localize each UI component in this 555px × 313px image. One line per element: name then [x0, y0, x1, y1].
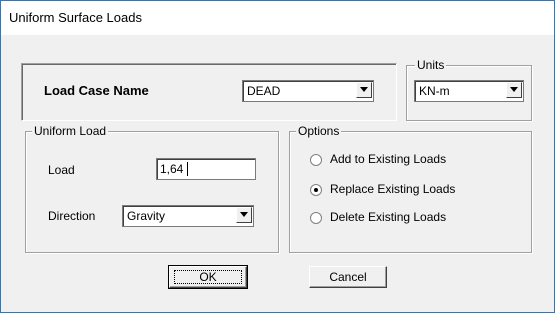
load-label: Load: [48, 163, 75, 177]
direction-select[interactable]: Gravity: [122, 205, 254, 227]
uniform-load-group: Uniform Load Load 1,64 Direction Gravity: [25, 124, 279, 253]
options-legend: Options: [296, 124, 342, 138]
option-replace-existing[interactable]: Replace Existing Loads: [310, 182, 510, 198]
units-group: Units KN-m: [406, 58, 532, 121]
option-add-to-existing[interactable]: Add to Existing Loads: [310, 152, 510, 168]
cancel-button[interactable]: Cancel: [309, 266, 387, 288]
load-case-select[interactable]: DEAD: [242, 80, 374, 102]
option-label: Replace Existing Loads: [330, 182, 456, 196]
units-value: KN-m: [419, 84, 450, 98]
radio-unselected-icon[interactable]: [310, 212, 322, 224]
load-input[interactable]: 1,64: [156, 158, 256, 180]
chevron-down-icon: [240, 212, 248, 217]
direction-label: Direction: [48, 209, 96, 223]
load-case-name-label: Load Case Name: [44, 83, 149, 98]
units-select[interactable]: KN-m: [414, 80, 524, 102]
load-case-panel: Load Case Name DEAD: [21, 63, 397, 121]
radio-unselected-icon[interactable]: [310, 154, 322, 166]
option-label: Add to Existing Loads: [330, 152, 447, 166]
units-dropdown-button[interactable]: [506, 82, 522, 98]
radio-selected-icon[interactable]: [310, 184, 322, 196]
dialog-body: Load Case Name DEAD Units KN-m Uniform L…: [1, 35, 554, 312]
ok-button[interactable]: OK: [168, 265, 248, 289]
focus-rect: [174, 270, 242, 284]
uniform-surface-loads-dialog: Uniform Surface Loads Load Case Name DEA…: [0, 0, 555, 313]
chevron-down-icon: [360, 87, 368, 92]
option-label: Delete Existing Loads: [330, 210, 447, 224]
title-bar[interactable]: Uniform Surface Loads: [1, 1, 554, 35]
options-group: Options Add to Existing Loads Replace Ex…: [289, 124, 532, 253]
load-case-dropdown-button[interactable]: [356, 82, 372, 98]
cancel-button-label: Cancel: [329, 270, 367, 284]
direction-value: Gravity: [127, 209, 166, 223]
direction-dropdown-button[interactable]: [236, 207, 252, 223]
chevron-down-icon: [510, 87, 518, 92]
window-title: Uniform Surface Loads: [9, 10, 142, 25]
uniform-load-legend: Uniform Load: [32, 124, 109, 138]
load-value: 1,64: [160, 162, 184, 176]
units-legend: Units: [415, 58, 447, 72]
text-caret: [187, 162, 188, 176]
option-delete-existing[interactable]: Delete Existing Loads: [310, 210, 510, 226]
radio-dot: [314, 188, 318, 192]
load-case-value: DEAD: [247, 84, 281, 98]
